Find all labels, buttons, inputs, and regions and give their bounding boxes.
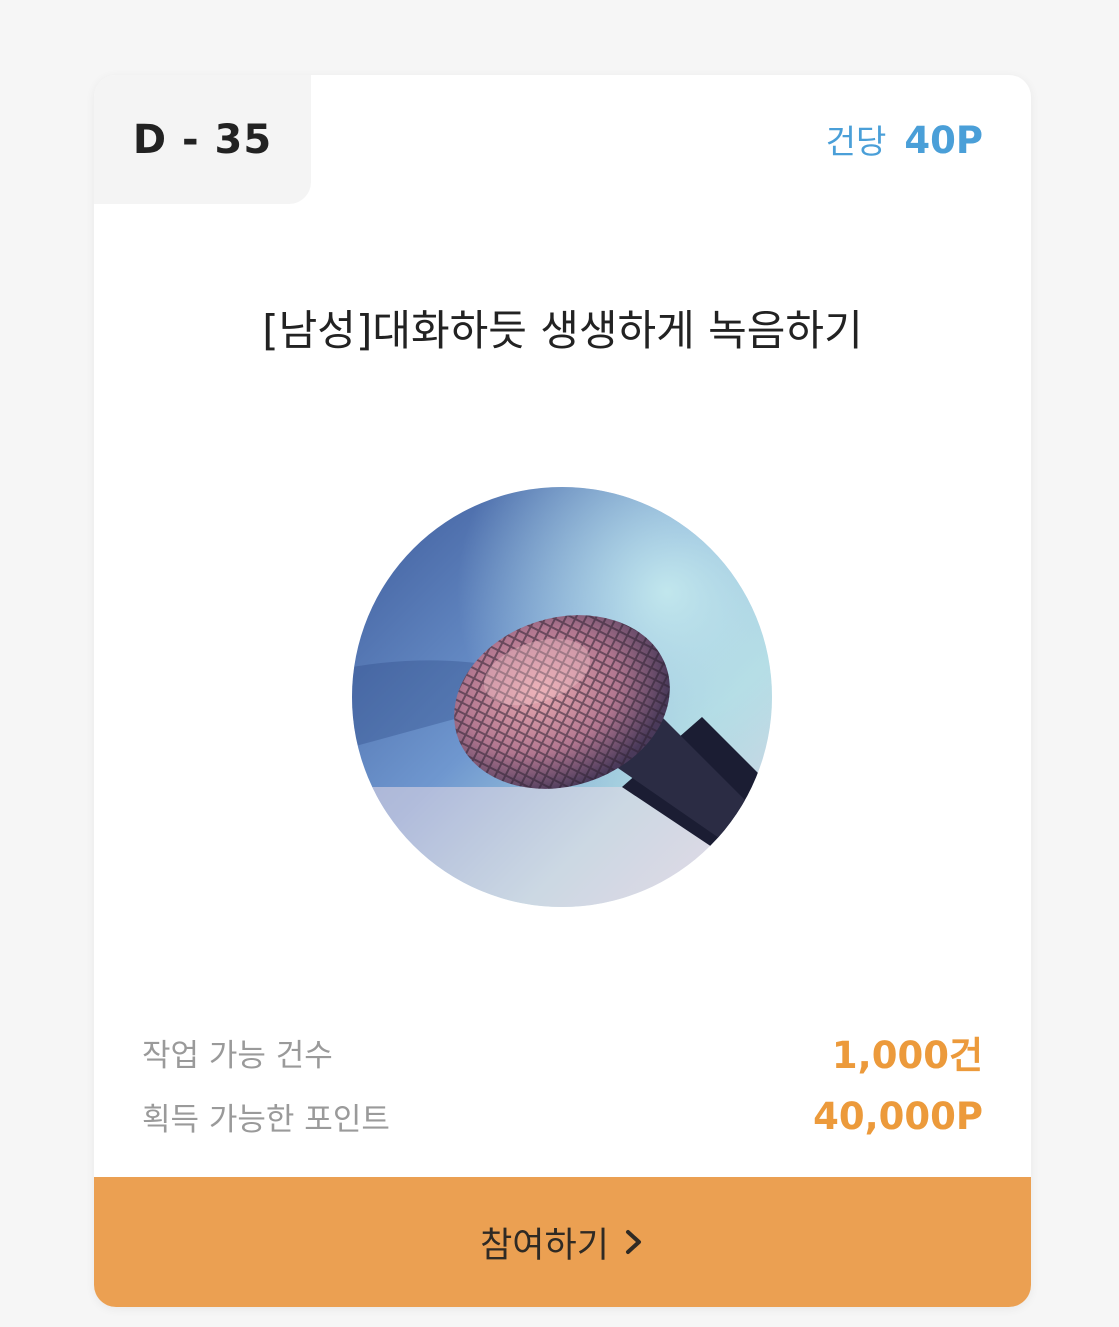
per-item-label: 건당 <box>825 122 887 161</box>
participate-button[interactable]: 참여하기 <box>94 1177 1031 1307</box>
task-card: D - 35 건당 40P [남성]대화하듯 생생하게 녹음하기 작업 가능 건… <box>94 75 1031 1307</box>
chevron-right-icon <box>625 1230 641 1254</box>
per-item-reward: 건당 40P <box>826 115 983 163</box>
stat-row-available-points: 획득 가능한 포인트 40,000P <box>142 1084 983 1148</box>
participate-button-label: 참여하기 <box>480 1225 609 1266</box>
microphone-image <box>352 487 772 907</box>
stat-row-available-tasks: 작업 가능 건수 1,000건 <box>142 1020 983 1084</box>
per-item-value: 40P <box>904 119 983 162</box>
dday-badge: D - 35 <box>94 75 311 204</box>
stat-value: 40,000P <box>813 1094 983 1138</box>
stat-label: 작업 가능 건수 <box>142 1037 333 1074</box>
stat-value: 1,000건 <box>831 1034 983 1077</box>
stat-label: 획득 가능한 포인트 <box>142 1101 390 1138</box>
task-stats: 작업 가능 건수 1,000건 획득 가능한 포인트 40,000P <box>142 1020 983 1148</box>
microphone-icon <box>352 487 772 907</box>
task-title: [남성]대화하듯 생생하게 녹음하기 <box>262 306 863 355</box>
